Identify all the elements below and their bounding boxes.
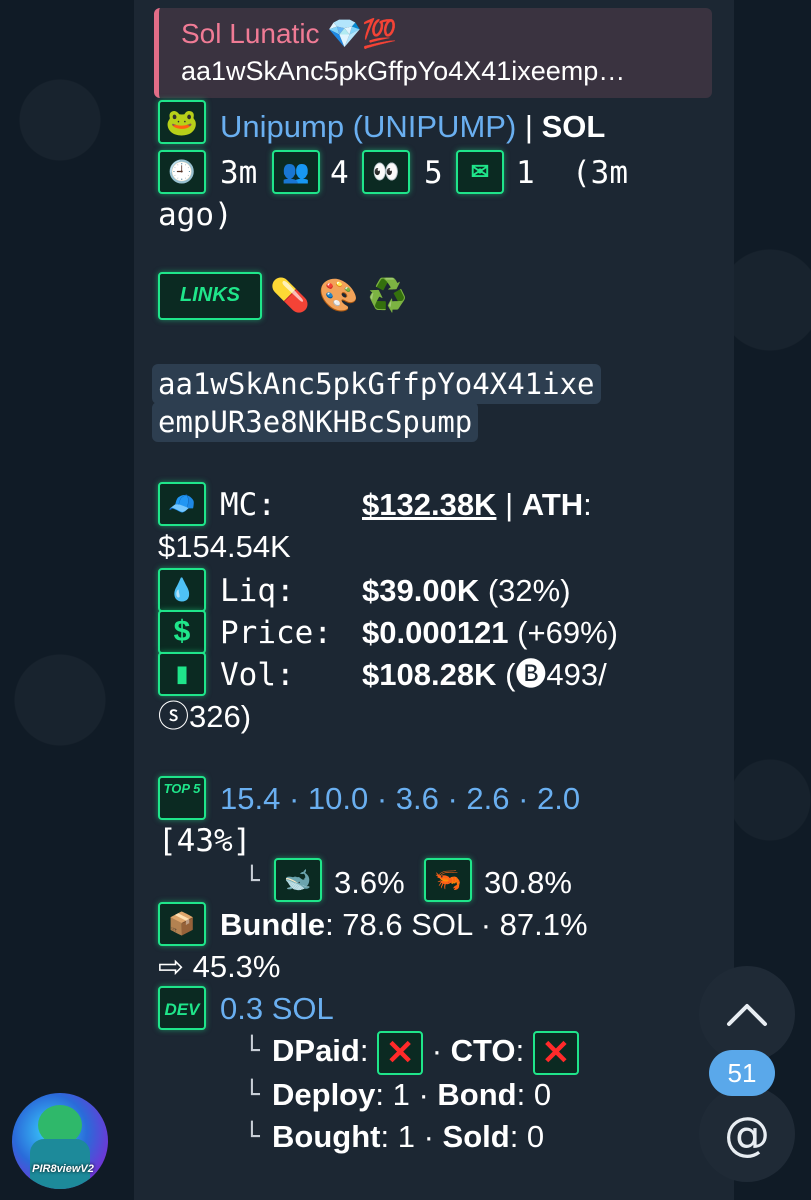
shrimp-icon: 🦐 — [424, 858, 472, 902]
clock-icon: 🕘 — [158, 150, 206, 194]
token-title: Unipump (UNIPUMP) | SOL — [220, 109, 606, 144]
reply-text: aa1wSkAnc5pkGffpYo4X41ixeemp… — [181, 56, 626, 86]
deploy-row: Deploy: 1 · Bond: 0 — [272, 1077, 552, 1112]
cto-cross-icon: ✕ — [532, 1030, 579, 1075]
dpaid-cross-icon: ✕ — [377, 1030, 424, 1075]
unread-count-badge: 51 — [709, 1050, 775, 1096]
bundle-row: Bundle: 78.6 SOL · 87.1% — [220, 907, 588, 942]
branch-glyph: └ — [244, 866, 260, 896]
dev-icon: DEV — [158, 986, 206, 1030]
mentions-button[interactable]: @ — [699, 1086, 795, 1182]
contract-address-line2[interactable]: empUR3e8NKHBcSpump — [152, 402, 479, 442]
box-icon: 📦 — [158, 902, 206, 946]
reply-author: Sol Lunatic 💎💯 — [181, 18, 398, 49]
eyes-icon: 👀 — [362, 150, 410, 194]
bought-row: Bought: 1 · Sold: 0 — [272, 1119, 545, 1154]
price-row: $0.000121 (+69%) — [362, 615, 618, 650]
bundle-remaining: ⇨ 45.3% — [158, 949, 281, 984]
top5-values[interactable]: 15.4 · 10.0 · 3.6 · 2.6 · 2.0 — [220, 778, 580, 820]
chevron-up-icon — [727, 1004, 767, 1026]
mc-value[interactable]: $132.38K — [362, 487, 496, 522]
price-label: Price: — [220, 615, 332, 651]
vol-row: $108.28K (🅑493/ — [362, 657, 607, 692]
at-sign-icon: @ — [724, 1107, 770, 1161]
top5-icon: TOP 5 — [158, 776, 206, 820]
whale-icon: 🐋 — [274, 858, 322, 902]
liq-label: Liq: — [220, 573, 295, 609]
messages-ago: ago) — [158, 197, 233, 233]
age-value: 3m — [220, 155, 258, 191]
top5-total: [43%] — [158, 823, 252, 859]
volume-bar-icon: ▮ — [158, 652, 206, 696]
reply-preview[interactable]: Sol Lunatic 💎💯 aa1wSkAnc5pkGffpYo4X41ixe… — [154, 8, 712, 98]
vol-label: Vol: — [220, 657, 295, 693]
token-chain: SOL — [541, 109, 606, 144]
branch-glyph: └ — [244, 1122, 260, 1152]
link-emoji-icons[interactable]: 💊 🎨 ♻️ — [270, 274, 407, 316]
droplet-icon: 💧 — [158, 568, 206, 612]
token-name-link[interactable]: Unipump (UNIPUMP) — [220, 109, 516, 144]
holders-icon: 👥 — [272, 150, 320, 194]
links-button[interactable]: LINKS — [158, 272, 262, 320]
avatar-label: PIR8viewV2 — [32, 1163, 94, 1175]
pepe-avatar-icon: 🐸 — [158, 100, 206, 144]
mc-row: $132.38K | ATH: — [362, 487, 592, 522]
envelope-icon: ✉ — [456, 150, 504, 194]
messages-value: 1 (3m — [516, 155, 628, 191]
cap-icon: 🧢 — [158, 482, 206, 526]
sender-avatar[interactable]: PIR8viewV2 — [12, 1093, 108, 1189]
branch-glyph: └ — [244, 1080, 260, 1110]
shrimp-pct: 30.8% — [484, 865, 572, 900]
whale-pct: 3.6% — [334, 865, 405, 900]
scroll-up-button[interactable] — [699, 966, 795, 1062]
vol-sell: ⓢ326) — [158, 699, 252, 734]
ath-value: $154.54K — [158, 529, 291, 564]
dpaid-row: DPaid: ✕ · CTO: ✕ — [272, 1030, 579, 1075]
dev-value[interactable]: 0.3 SOL — [220, 988, 334, 1030]
contract-address-line1[interactable]: aa1wSkAnc5pkGffpYo4X41ixe — [152, 364, 601, 404]
mc-label: MC: — [220, 487, 276, 523]
liq-row: $39.00K (32%) — [362, 573, 571, 608]
branch-glyph: └ — [244, 1036, 260, 1066]
watchers-value: 5 — [424, 155, 443, 191]
holders-value: 4 — [330, 155, 349, 191]
dollar-icon: $ — [158, 610, 206, 654]
